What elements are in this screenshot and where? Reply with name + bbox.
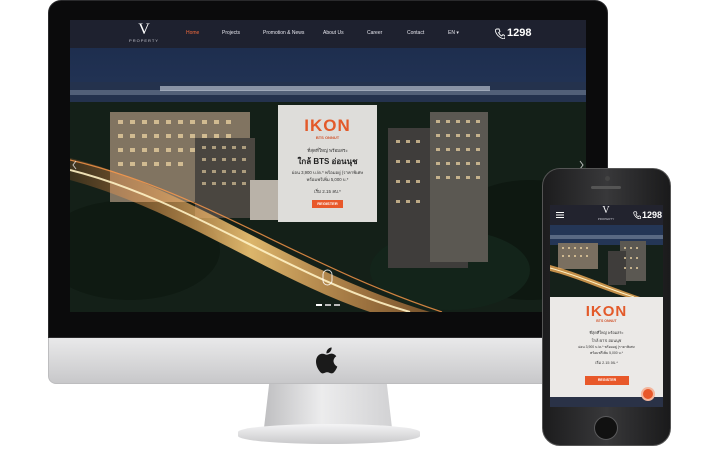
mobile-promo-brand: IKON [585, 303, 628, 320]
mobile-promo-price: เริ่ม 2.15 ลบ.* [595, 361, 618, 365]
mobile-site-logo[interactable]: V [599, 205, 613, 216]
nav-projects[interactable]: Projects [222, 30, 240, 36]
promo-line-4: พร้อมฟรีเพิ่ม 5,000 บ.* [306, 177, 349, 182]
slider-dot[interactable] [325, 304, 331, 306]
mobile-promo-line-1: ที่สุดที่ใหญ่ พร้อมสระ [589, 331, 624, 335]
promo-line-3: ผ่อน 3,900 บ./ด.* พร้อมอยู่ (ราคาพิเศษ [291, 170, 364, 175]
mobile-logo-subtitle: PROPERTY [597, 217, 615, 221]
imac-screen: V PROPERTY Home Projects Promotion & New… [70, 20, 586, 312]
mobile-promo-card: IKON BTS ONNUT ที่สุดที่ใหญ่ พร้อมสระ ใก… [550, 297, 663, 401]
language-select[interactable]: EN ▾ [448, 30, 459, 36]
mobile-navbar: V PROPERTY 1298 [550, 205, 663, 225]
mobile-promo-line-4: พร้อมฟรีเพิ่ม 5,000 บ.* [590, 351, 623, 355]
chat-icon[interactable] [641, 387, 655, 401]
iphone-home-button [594, 416, 618, 440]
nav-contact[interactable]: Contact [407, 30, 424, 36]
nav-career[interactable]: Career [367, 30, 382, 36]
iphone-screen: V PROPERTY 1298 IKON BTS ONNUT ที่สุดที่… [550, 205, 663, 407]
promo-subtitle: BTS ONNUT [315, 135, 340, 140]
promo-line-1: ที่สุดที่ใหญ่ พร้อมสระ [307, 148, 348, 153]
iphone-camera [605, 176, 610, 181]
imac-stand-foot [238, 424, 420, 444]
nav-promotion-news[interactable]: Promotion & News [263, 30, 304, 36]
nav-about-us[interactable]: About Us [323, 30, 344, 36]
promo-card: IKON BTS ONNUT ที่สุดที่ใหญ่ พร้อมสระ ใก… [278, 105, 377, 222]
mobile-promo-line-3: ผ่อน 3,900 บ./ด.* พร้อมอยู่ (ราคาพิเศษ [578, 345, 635, 349]
phone-icon [495, 28, 505, 39]
slider-dot[interactable] [334, 304, 340, 306]
mobile-hotline-number[interactable]: 1298 [642, 210, 662, 220]
phone-icon [633, 211, 641, 219]
mobile-promo-subtitle: BTS ONNUT [596, 319, 617, 323]
promo-price: เริ่ม 2.15 ลบ.* [314, 189, 341, 194]
nav-home[interactable]: Home [186, 30, 199, 36]
promo-line-2: ใกล้ BTS อ่อนนุช [297, 157, 358, 166]
site-navbar: V PROPERTY Home Projects Promotion & New… [70, 20, 586, 48]
imac-stand-neck [264, 384, 392, 428]
hotline-number[interactable]: 1298 [507, 27, 531, 39]
slider-dot-active[interactable] [316, 304, 322, 306]
hamburger-menu-icon[interactable] [556, 212, 564, 218]
iphone-speaker [591, 186, 621, 189]
register-button[interactable]: REGISTER [312, 200, 343, 208]
mobile-promo-line-2: ใกล้ BTS อ่อนนุช [591, 338, 622, 343]
mobile-hero-image [550, 225, 663, 297]
apple-icon [316, 347, 338, 374]
site-logo[interactable]: V [133, 21, 155, 39]
promo-brand: IKON [304, 116, 351, 135]
site-logo-subtitle: PROPERTY [129, 38, 159, 43]
mobile-register-button[interactable]: REGISTER [585, 376, 629, 385]
slider-pagination [316, 304, 342, 307]
